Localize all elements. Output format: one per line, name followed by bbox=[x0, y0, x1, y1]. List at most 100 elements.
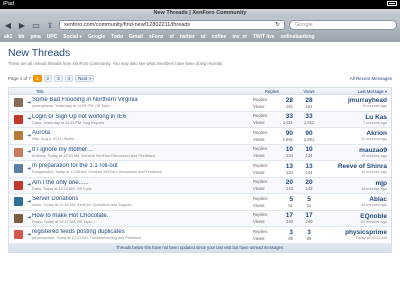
reload-icon[interactable]: ↻ bbox=[275, 21, 280, 29]
last-post-time[interactable]: 7 minutes ago bbox=[325, 121, 387, 125]
last-message: mjp 46 minutes ago bbox=[325, 180, 391, 191]
bookmark-item[interactable]: Google bbox=[88, 34, 105, 40]
bookmark-item[interactable]: td bbox=[201, 34, 206, 40]
thread-title[interactable]: How to make Hot Chocolate. bbox=[32, 213, 251, 219]
search-input[interactable]: Google bbox=[289, 20, 397, 30]
pagination: Page 1 of 7 1 2 3 4 Next > bbox=[8, 75, 95, 82]
avatar[interactable] bbox=[14, 114, 23, 124]
replies-count-col: 90 bbox=[305, 129, 313, 137]
url-field[interactable]: xenforo.com/community/find-new/12802211/… bbox=[59, 20, 285, 30]
thread-row[interactable]: ➜ How to make Hot Chocolate. Paleo, Today … bbox=[9, 210, 391, 227]
last-post-time[interactable]: 46 minutes ago bbox=[325, 187, 387, 191]
thread-title[interactable]: registered feeds posting duplicates bbox=[32, 229, 251, 235]
views-label: Views: bbox=[253, 235, 266, 241]
avatar[interactable] bbox=[14, 98, 23, 108]
page-link[interactable]: 4 bbox=[64, 75, 74, 82]
last-poster[interactable]: mauzao9 bbox=[325, 147, 387, 154]
recent-messages-link[interactable]: All Recent Messages bbox=[350, 76, 392, 81]
bookmark-item[interactable]: coffee bbox=[212, 34, 227, 40]
page-link[interactable]: Next > bbox=[75, 75, 95, 82]
avatar[interactable] bbox=[14, 197, 23, 207]
avatar[interactable] bbox=[14, 230, 23, 240]
last-poster[interactable]: Akrion bbox=[325, 130, 387, 137]
views-column: 28 161 bbox=[293, 97, 325, 109]
last-poster[interactable]: physicsprime bbox=[325, 229, 387, 236]
replies-label: Replies: bbox=[253, 146, 269, 152]
thread-row[interactable]: ➜ In preparation for the 1.1 roll-out Dodg… bbox=[9, 161, 391, 178]
column-replies[interactable]: Replies bbox=[251, 88, 293, 94]
replies-label: Replies: bbox=[253, 129, 269, 135]
avatar[interactable] bbox=[14, 131, 23, 141]
thread-stats: Replies: 10 Views: 134 bbox=[251, 146, 293, 158]
last-post-time[interactable]: 19 minutes ago bbox=[325, 170, 387, 174]
thread-stats: Replies: 33 Views: 1,611 bbox=[251, 113, 293, 125]
thread-row[interactable]: ➜ registered feeds posting duplicates phys… bbox=[9, 227, 391, 244]
thread-row[interactable]: ➜ Am I the only one...... Dario, Today at … bbox=[9, 177, 391, 194]
last-post-time[interactable]: 49 minutes ago bbox=[325, 203, 387, 207]
last-message: Reeve of Shinra 19 minutes ago bbox=[325, 163, 391, 174]
views-count-inline: 134 bbox=[286, 169, 293, 175]
thread-row[interactable]: ➜ Login or Sign Up not working in IE6 Dari… bbox=[9, 111, 391, 128]
forward-icon[interactable]: ▶ bbox=[17, 21, 27, 30]
replies-label: Replies: bbox=[253, 212, 269, 218]
thread-title[interactable]: Some Bad Flooding in Northern Virginia bbox=[32, 97, 251, 103]
column-last-message[interactable]: Last Message ▾ bbox=[325, 88, 391, 94]
avatar[interactable] bbox=[14, 180, 23, 190]
back-icon[interactable]: ◀ bbox=[3, 21, 13, 30]
avatar[interactable] bbox=[14, 164, 23, 174]
last-poster[interactable]: Reeve of Shinra bbox=[325, 163, 387, 170]
thread-row[interactable]: ➜ Aurora Wiki, Aug 4, 2011, Styles ... Repl… bbox=[9, 128, 391, 145]
views-count-inline: 2,991 bbox=[282, 136, 293, 142]
thread-title[interactable]: Server Donations bbox=[32, 196, 251, 202]
bookmark-item[interactable]: mv_st bbox=[232, 34, 246, 40]
thread-title[interactable]: Aurora bbox=[32, 130, 251, 136]
bookmark-item[interactable]: twitter bbox=[180, 34, 195, 40]
views-label: Views: bbox=[253, 169, 266, 175]
bookmark-item[interactable]: UPC bbox=[47, 34, 58, 40]
thread-info: registered feeds posting duplicates physi… bbox=[32, 229, 251, 240]
page-link[interactable]: 2 bbox=[43, 75, 53, 82]
thread-row[interactable]: ➜ Server Donations Ablac, Today at 12:15 A… bbox=[9, 194, 391, 211]
last-post-time[interactable]: 6 minutes ago bbox=[325, 104, 387, 108]
page-link[interactable]: 1 bbox=[33, 75, 42, 82]
thread-title[interactable]: Login or Sign Up not working in IE6 bbox=[32, 114, 251, 120]
replies-count: 28 bbox=[285, 96, 293, 104]
thread-title[interactable]: If I ignore my mother.... bbox=[32, 147, 251, 153]
last-poster[interactable]: Lu Kas bbox=[325, 114, 387, 121]
avatar[interactable] bbox=[14, 147, 23, 157]
thread-title[interactable]: Am I the only one...... bbox=[32, 180, 251, 186]
thread-row[interactable]: ➜ If I ignore my mother.... Anthony, Today… bbox=[9, 144, 391, 161]
last-poster[interactable]: mjp bbox=[325, 180, 387, 187]
bookmark-item[interactable]: Gmail bbox=[129, 34, 143, 40]
views-label: Views: bbox=[253, 103, 266, 109]
last-post-time[interactable]: 54 minutes ago bbox=[325, 220, 387, 224]
thread-info: Aurora Wiki, Aug 4, 2011, Styles ... bbox=[32, 130, 251, 141]
bookmark-item[interactable]: TWiT live bbox=[253, 34, 275, 40]
replies-count-col: 28 bbox=[305, 96, 313, 104]
bookmark-item[interactable]: ak1 bbox=[4, 34, 12, 40]
thread-info: How to make Hot Chocolate. Paleo, Today a… bbox=[32, 213, 251, 224]
column-title[interactable]: Title bbox=[9, 88, 251, 94]
bookmark-item[interactable]: xFonz bbox=[149, 34, 163, 40]
last-post-time[interactable]: Today at 12:21 AM bbox=[325, 236, 387, 240]
last-post-time[interactable]: 16 minutes ago bbox=[325, 154, 387, 158]
bookmark-item[interactable]: Todo bbox=[111, 34, 123, 40]
avatar[interactable] bbox=[14, 213, 23, 223]
bookmark-item[interactable]: onlinebanking bbox=[281, 34, 315, 40]
bookmark-item[interactable]: pma bbox=[30, 34, 40, 40]
bookmarks-icon[interactable]: ▭ bbox=[31, 21, 41, 30]
bookmark-item[interactable]: bb bbox=[18, 34, 24, 40]
bookmark-item[interactable]: xf bbox=[169, 34, 173, 40]
last-poster[interactable]: Ablac bbox=[325, 196, 387, 203]
status-bar: iPad bbox=[0, 0, 400, 9]
thread-row[interactable]: ➜ Some Bad Flooding in Northern Virginia j… bbox=[9, 95, 391, 112]
page-link[interactable]: 3 bbox=[54, 75, 63, 82]
bookmark-item[interactable]: Social ▾ bbox=[63, 34, 82, 40]
column-views[interactable]: Views bbox=[293, 88, 325, 94]
last-poster[interactable]: jmurrayhead bbox=[325, 97, 387, 104]
thread-title[interactable]: In preparation for the 1.1 roll-out bbox=[32, 163, 251, 169]
share-icon[interactable]: ⇪ bbox=[45, 21, 55, 30]
last-post-time[interactable]: 12 minutes ago bbox=[325, 137, 387, 141]
last-poster[interactable]: EQnoble bbox=[325, 213, 387, 220]
thread-meta: Wiki, Aug 4, 2011, Styles ... bbox=[32, 137, 78, 142]
